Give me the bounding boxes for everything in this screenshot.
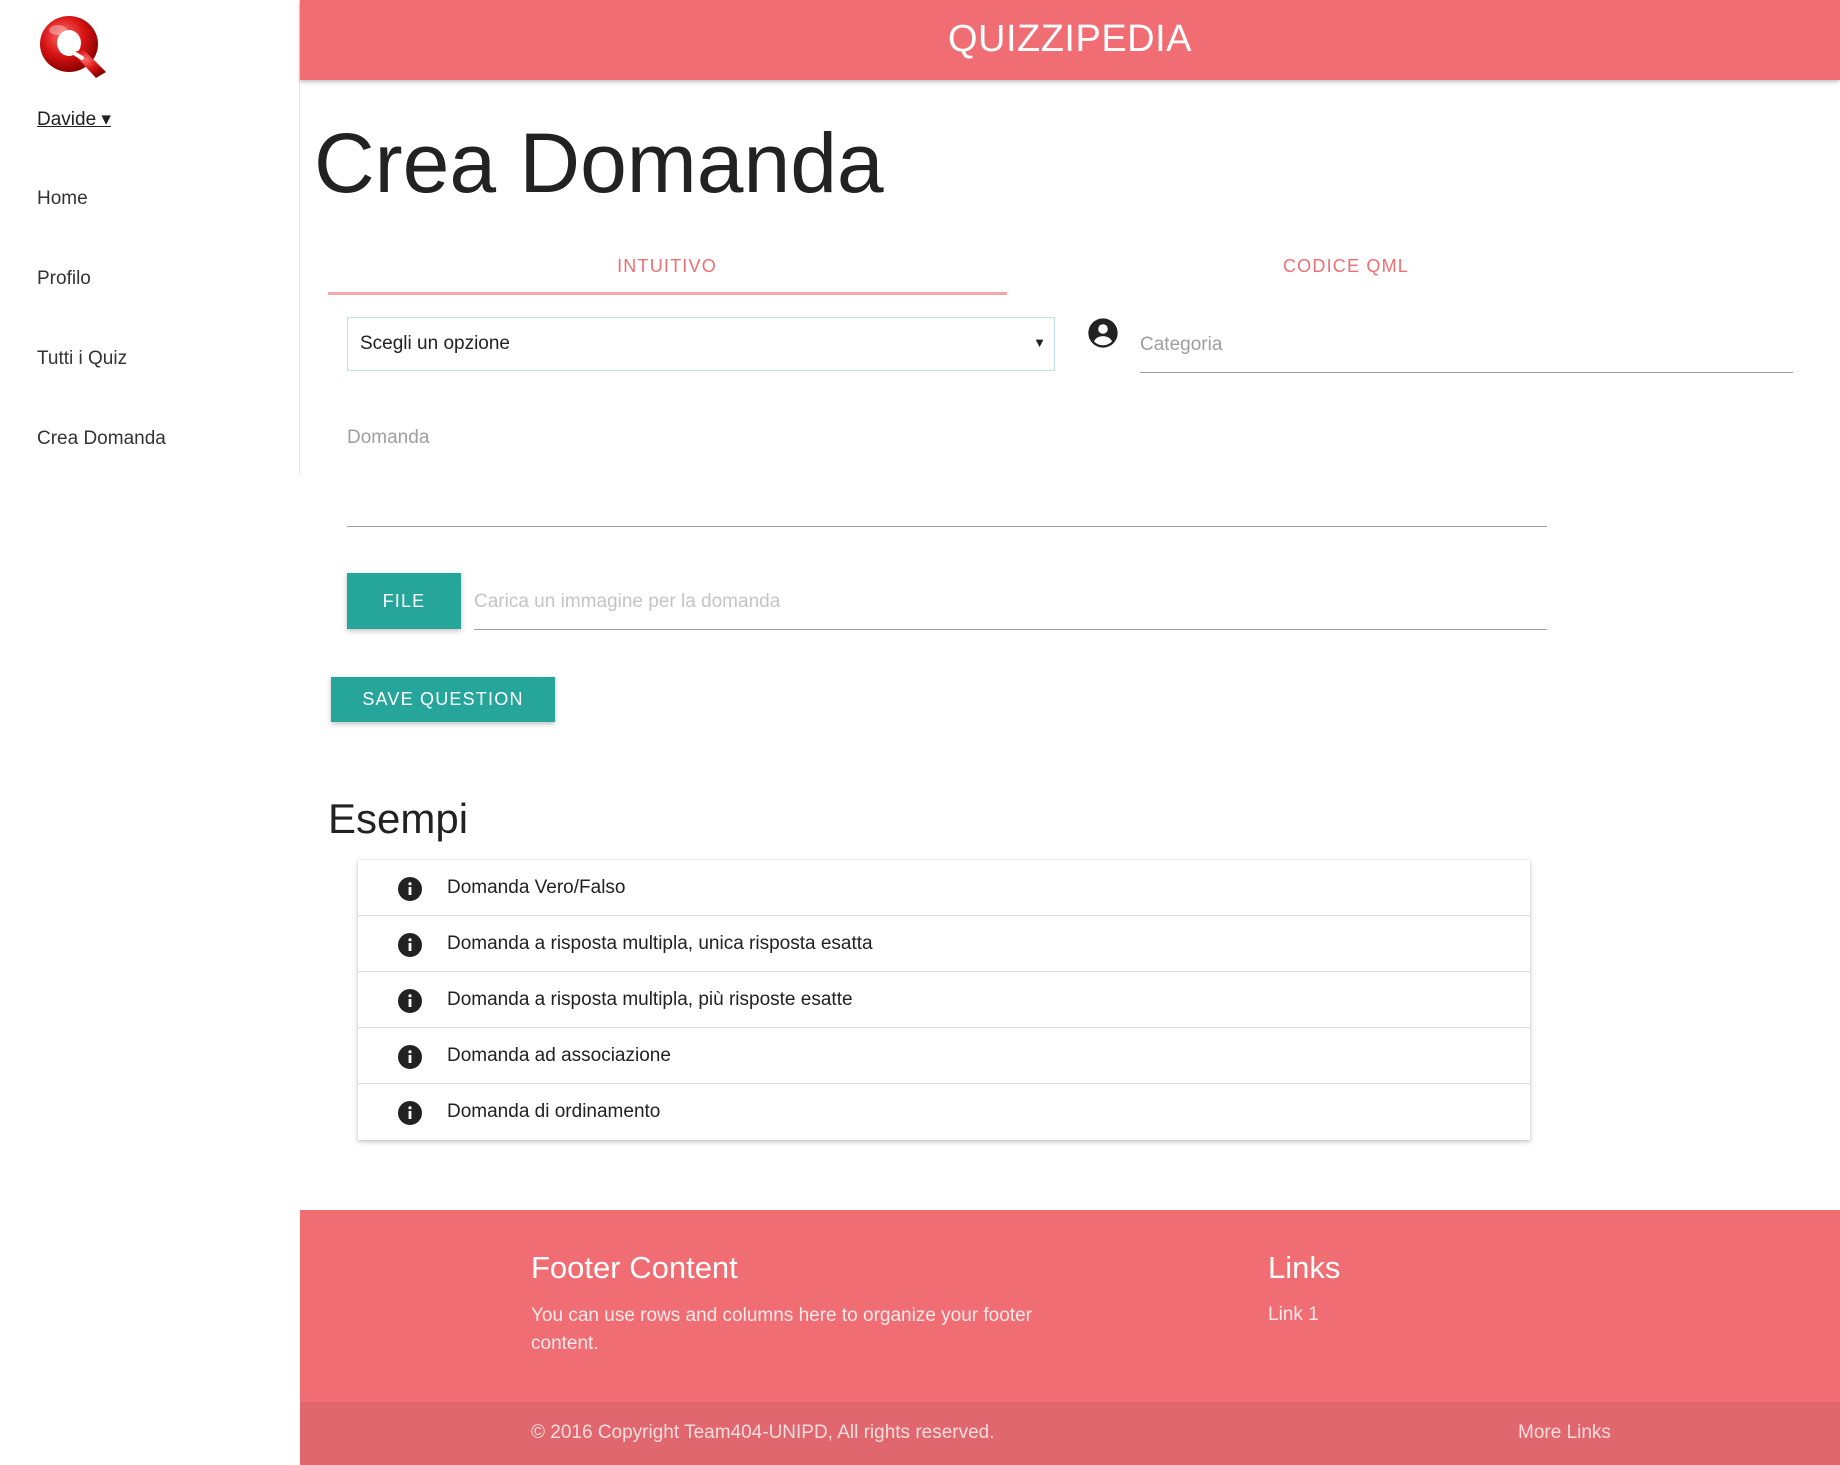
- save-question-button[interactable]: SAVE QUESTION: [331, 677, 555, 722]
- user-menu-dropdown[interactable]: Davide ▾: [37, 108, 111, 131]
- dropdown-arrow-icon: ▼: [1033, 335, 1046, 350]
- footer-content-title: Footer Content: [531, 1250, 738, 1285]
- example-label: Domanda a risposta multipla, più rispost…: [447, 989, 853, 1010]
- info-icon: [398, 933, 422, 957]
- example-item-multipla-piu[interactable]: Domanda a risposta multipla, più rispost…: [358, 972, 1530, 1028]
- sidebar: Davide ▾ Home Profilo Tutti i Quiz Crea …: [0, 0, 300, 475]
- active-tab-indicator: [328, 292, 1007, 295]
- footer-link-1[interactable]: Link 1: [1268, 1304, 1319, 1326]
- esempi-heading: Esempi: [328, 795, 469, 842]
- example-item-associazione[interactable]: Domanda ad associazione: [358, 1028, 1530, 1084]
- file-path-input[interactable]: Carica un immagine per la domanda: [474, 575, 1547, 630]
- nav-item-home[interactable]: Home: [37, 188, 88, 210]
- example-label: Domanda Vero/Falso: [447, 877, 626, 898]
- info-icon: [398, 1101, 422, 1125]
- footer-content-text: You can use rows and columns here to org…: [531, 1305, 1032, 1354]
- categoria-input[interactable]: Categoria: [1140, 325, 1793, 373]
- example-item-multipla-unica[interactable]: Domanda a risposta multipla, unica rispo…: [358, 916, 1530, 972]
- top-header: QUIZZIPEDIA: [300, 0, 1840, 80]
- tab-codice-qml[interactable]: CODICE QML: [1006, 256, 1686, 277]
- question-type-select[interactable]: Scegli un opzione ▼: [347, 317, 1055, 371]
- tab-intuitivo[interactable]: INTUITIVO: [328, 256, 1006, 277]
- info-icon: [398, 989, 422, 1013]
- page-title: Crea Domanda: [314, 116, 884, 210]
- example-label: Domanda di ordinamento: [447, 1101, 661, 1122]
- example-item-ordinamento[interactable]: Domanda di ordinamento: [358, 1084, 1530, 1140]
- file-upload-button[interactable]: FILE: [347, 573, 461, 629]
- example-item-vero-falso[interactable]: Domanda Vero/Falso: [358, 860, 1530, 916]
- more-links-link[interactable]: More Links: [1518, 1422, 1611, 1444]
- info-icon: [398, 1045, 422, 1069]
- info-icon: [398, 877, 422, 901]
- page-footer: Footer Content You can use rows and colu…: [300, 1210, 1840, 1465]
- select-value: Scegli un opzione: [360, 333, 510, 354]
- example-label: Domanda a risposta multipla, unica rispo…: [447, 933, 873, 954]
- account-circle-icon: [1087, 317, 1119, 349]
- nav-item-profilo[interactable]: Profilo: [37, 268, 91, 290]
- footer-copyright-bar: © 2016 Copyright Team404-UNIPD, All righ…: [300, 1402, 1840, 1465]
- quizzipedia-logo[interactable]: [36, 12, 110, 82]
- footer-links-title: Links: [1268, 1250, 1341, 1285]
- domanda-textarea[interactable]: [347, 526, 1547, 527]
- copyright-text: © 2016 Copyright Team404-UNIPD, All righ…: [531, 1422, 995, 1443]
- examples-list: Domanda Vero/Falso Domanda a risposta mu…: [358, 860, 1530, 1140]
- example-label: Domanda ad associazione: [447, 1045, 671, 1066]
- nav-item-crea-domanda[interactable]: Crea Domanda: [37, 428, 166, 450]
- nav-item-tutti-i-quiz[interactable]: Tutti i Quiz: [37, 348, 127, 370]
- app-title[interactable]: QUIZZIPEDIA: [300, 18, 1840, 61]
- domanda-label: Domanda: [347, 427, 430, 448]
